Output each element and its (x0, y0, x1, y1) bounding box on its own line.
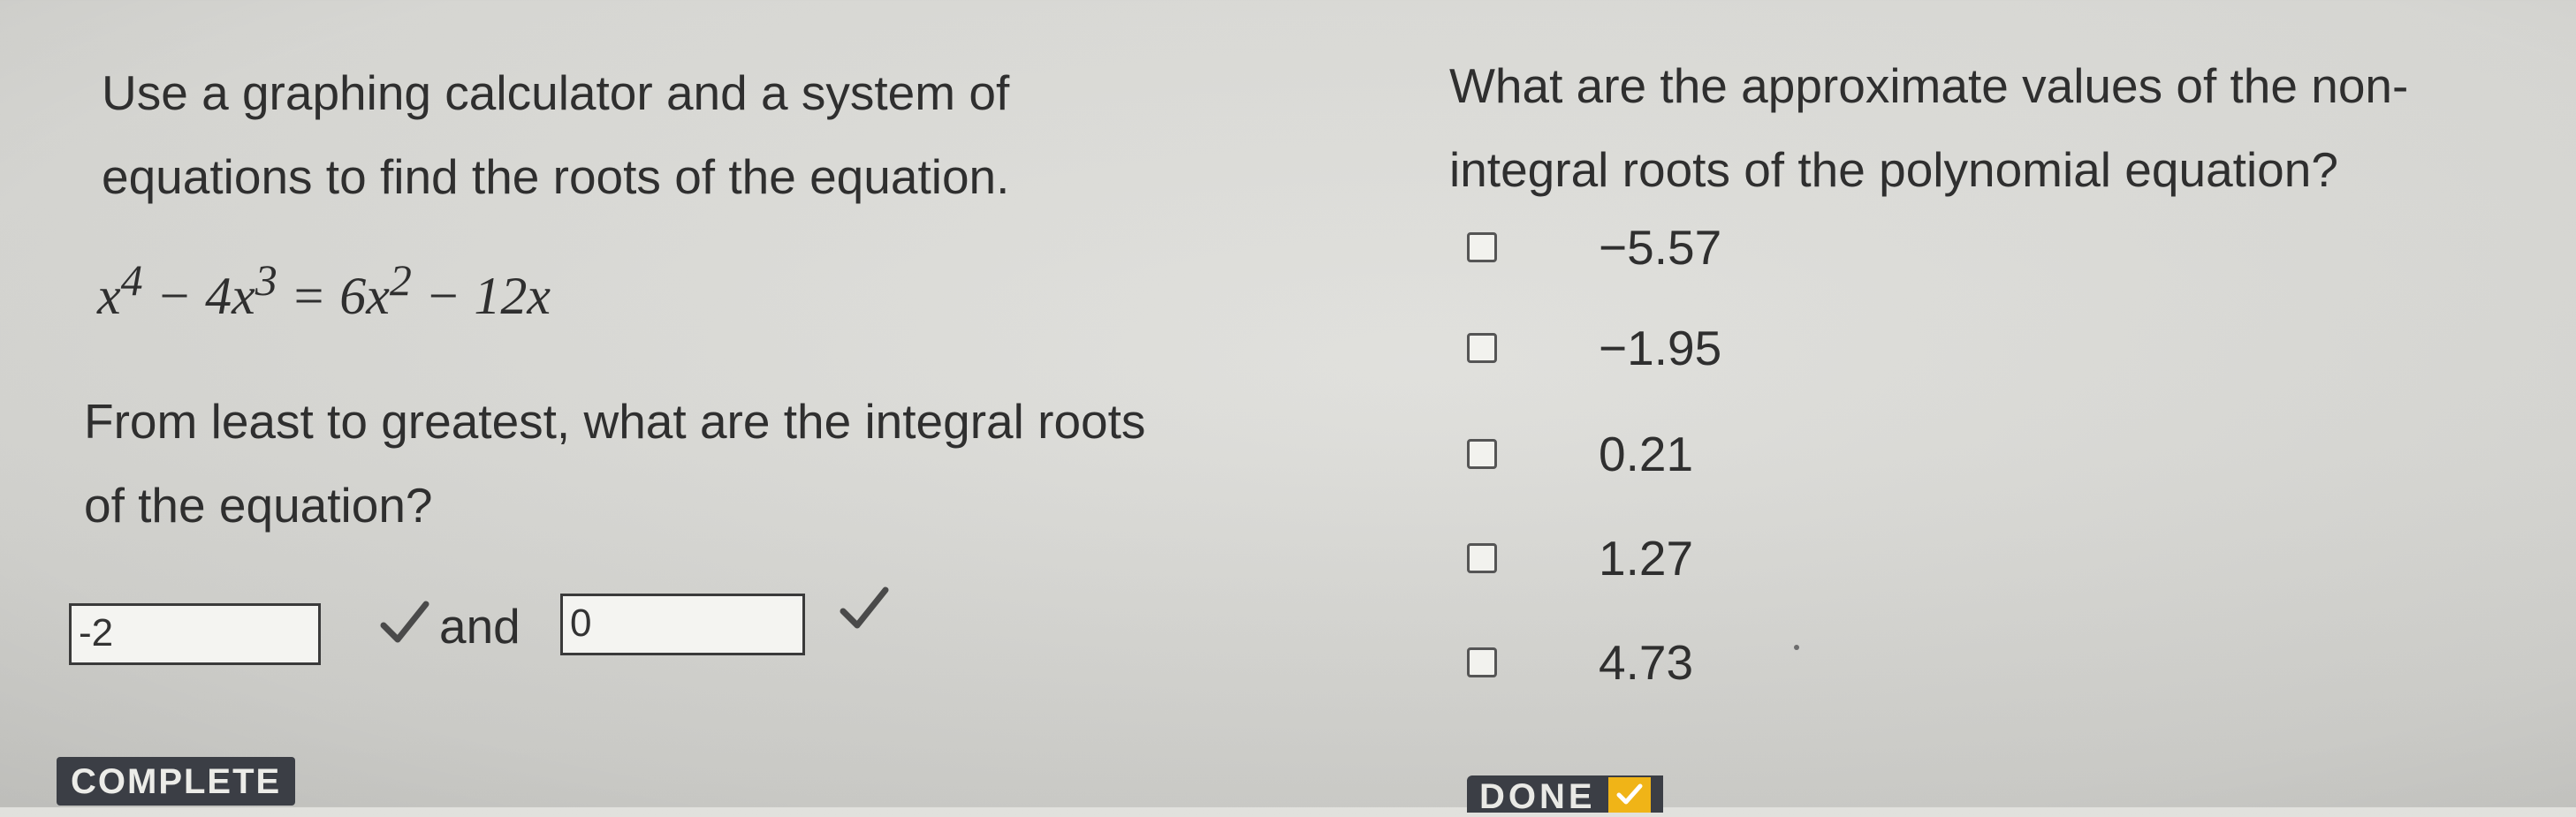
question-1-question: From least to greatest, what are the int… (84, 380, 1365, 548)
option-label: 4.73 (1599, 635, 1694, 690)
question-1-prompt-line-2: equations to find the roots of the equat… (102, 149, 1010, 204)
checkbox[interactable] (1467, 232, 1497, 262)
option-label: 0.21 (1599, 427, 1694, 481)
option-0-21[interactable]: 0.21 (1467, 426, 1693, 482)
question-2-prompt-line-1: What are the approximate values of the n… (1449, 58, 2409, 113)
complete-badge: COMPLETE (57, 757, 296, 806)
question-1-question-line-1: From least to greatest, what are the int… (84, 394, 1146, 449)
question-1-prompt-line-1: Use a graphing calculator and a system o… (102, 65, 1010, 120)
polynomial-equation: x4 − 4x3 = 6x2 − 12x (97, 254, 551, 327)
root-answer-1-field[interactable]: -2 (69, 603, 321, 665)
option-label: −5.57 (1599, 220, 1722, 275)
and-label: and (439, 599, 521, 654)
option-label: −1.95 (1599, 321, 1722, 375)
option-1-27[interactable]: 1.27 (1467, 530, 1693, 586)
equation-term: − 4x (142, 267, 255, 325)
question-2-prompt: What are the approximate values of the n… (1449, 44, 2554, 212)
question-2-prompt-line-2: integral roots of the polynomial equatio… (1449, 142, 2338, 197)
option-neg-1-95[interactable]: −1.95 (1467, 320, 1721, 376)
equation-term: x (97, 267, 121, 325)
equation-term: = 6x (277, 267, 390, 325)
equation-exponent: 3 (255, 255, 277, 305)
checkbox[interactable] (1467, 333, 1497, 363)
question-1-prompt: Use a graphing calculator and a system o… (102, 51, 1250, 219)
question-1-question-line-2: of the equation? (84, 478, 433, 533)
checkbox[interactable] (1467, 439, 1497, 469)
equation-exponent: 2 (389, 255, 412, 305)
checkbox[interactable] (1467, 647, 1497, 677)
option-neg-5-57[interactable]: −5.57 (1467, 219, 1721, 276)
option-4-73[interactable]: 4.73 (1467, 634, 1693, 691)
root-answer-2-field[interactable]: 0 (560, 594, 805, 655)
checkbox[interactable] (1467, 543, 1497, 573)
stray-dot (1794, 645, 1799, 650)
checkmark-icon (840, 586, 889, 629)
equation-exponent: 4 (120, 255, 143, 305)
done-label: DONE (1479, 777, 1596, 816)
option-label: 1.27 (1599, 531, 1694, 586)
checkmark-icon (380, 601, 429, 643)
equation-term: − 12x (411, 267, 551, 325)
checkmark-icon (1607, 777, 1651, 813)
